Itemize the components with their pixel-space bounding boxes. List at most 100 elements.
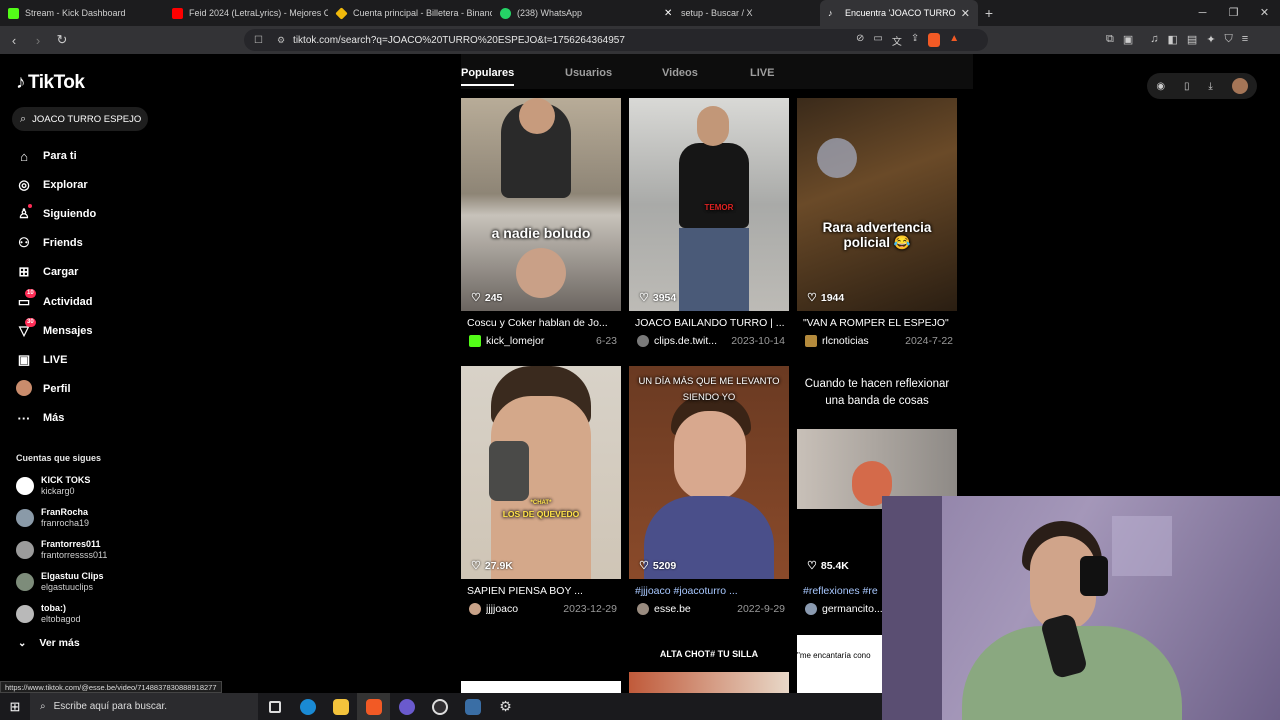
avatar: [469, 603, 481, 615]
cast-icon[interactable]: ▭: [873, 33, 882, 48]
video-overlay-small: *CHAT*: [530, 500, 552, 506]
tab-live[interactable]: LIVE: [750, 67, 774, 79]
video-caption[interactable]: #jjjoaco #joacoturro ...: [635, 585, 787, 597]
share-icon[interactable]: ⇪: [911, 33, 919, 48]
see-more-button[interactable]: ⌄ Ver más: [18, 637, 80, 649]
close-tab-icon[interactable]: ✕: [961, 7, 970, 20]
forward-icon[interactable]: ›: [28, 33, 48, 48]
app-icon[interactable]: [390, 693, 423, 720]
nav-para-ti[interactable]: ⌂ Para ti: [16, 146, 77, 166]
following-account[interactable]: FranRocha franrocha19: [16, 507, 89, 529]
tab-title: Feid 2024 (LetraLyrics) - Mejores Can: [189, 8, 328, 18]
account-handle: franrocha19: [41, 518, 90, 528]
tab-title: Stream - Kick Dashboard: [25, 8, 126, 18]
windows-start-icon[interactable]: ⊞: [0, 699, 30, 715]
video-card-partial[interactable]: ALTA CHOT# TU SILLA: [629, 636, 789, 693]
video-thumbnail[interactable]: TEMOR ♡ 3954: [629, 98, 789, 311]
nav-actividad[interactable]: ▭ 10 Actividad: [16, 289, 93, 312]
video-card-partial[interactable]: [461, 681, 621, 693]
brave-icon[interactable]: [357, 693, 390, 720]
following-account[interactable]: KICK TOKS kickarg0: [16, 475, 90, 497]
following-account[interactable]: Elgastuu Clips elgastuuclips: [16, 571, 104, 593]
video-author[interactable]: esse.be: [654, 603, 731, 615]
translate-icon[interactable]: 文: [892, 33, 902, 48]
video-author[interactable]: germancito...: [822, 603, 883, 615]
edge-icon[interactable]: [291, 693, 324, 720]
nav-label: Más: [43, 412, 65, 424]
menu-icon[interactable]: ≡: [1242, 33, 1248, 46]
browser-tab[interactable]: Feid 2024 (LetraLyrics) - Mejores Can: [164, 0, 328, 26]
tab-videos[interactable]: Videos: [662, 67, 698, 79]
browser-tab-active[interactable]: ♪ Encuentra 'JOACO TURRO ESPEJO' ✕: [820, 0, 978, 26]
tiktok-logo[interactable]: ♪ TikTok: [16, 72, 85, 94]
nav-perfil[interactable]: Perfil: [16, 379, 71, 399]
back-icon[interactable]: ‹: [4, 33, 24, 48]
task-view-icon[interactable]: [258, 693, 291, 720]
nav-cargar[interactable]: ⊞ Cargar: [16, 262, 79, 282]
coin-icon[interactable]: ◉: [1156, 81, 1165, 92]
following-account[interactable]: toba:) eltobagod: [16, 603, 81, 625]
account-handle: frantorressss011: [41, 550, 108, 560]
video-thumbnail[interactable]: UN DÍA MÁS QUE ME LEVANTO SIENDO YO ♡ 520…: [629, 366, 789, 579]
video-author[interactable]: kick_lomejor: [486, 335, 590, 347]
avatar: [16, 605, 34, 623]
video-card-partial[interactable]: "me encantaría cono: [797, 635, 882, 693]
sidebar-toggle-icon[interactable]: ◧: [1168, 33, 1178, 46]
close-window-icon[interactable]: ✕: [1249, 0, 1280, 26]
download-icon[interactable]: ⤓: [1208, 81, 1212, 92]
new-tab-button[interactable]: +: [978, 5, 1000, 21]
activity-badge: 10: [25, 289, 36, 298]
restore-icon[interactable]: ❐: [1218, 0, 1249, 26]
leo-ai-icon[interactable]: ✦: [1206, 33, 1215, 46]
following-account[interactable]: Frantorres011 frantorressss011: [16, 539, 107, 561]
media-icon[interactable]: ♫: [1150, 33, 1158, 46]
reader-off-icon[interactable]: ⊘: [856, 33, 864, 48]
nav-explorar[interactable]: ◎ Explorar: [16, 175, 87, 195]
calculator-icon[interactable]: [456, 693, 489, 720]
video-caption[interactable]: Coscu y Coker hablan de Jo...: [467, 317, 619, 329]
nav-siguiendo[interactable]: ♙ Siguiendo: [16, 204, 96, 224]
video-author[interactable]: jjjjoaco: [486, 603, 557, 615]
address-bar-icons: ⊘ ▭ 文 ⇪ ▲: [856, 33, 959, 48]
upload-icon: ⊞: [18, 264, 30, 279]
video-author[interactable]: clips.de.twit...: [654, 335, 725, 347]
vpn-icon[interactable]: ⛉: [1225, 33, 1233, 46]
file-explorer-icon[interactable]: [324, 693, 357, 720]
screenshot-icon[interactable]: ▣: [1123, 33, 1133, 46]
video-caption[interactable]: SAPIEN PIENSA BOY ...: [467, 585, 619, 597]
browser-tab[interactable]: (238) WhatsApp: [492, 0, 656, 26]
video-caption[interactable]: #reflexiones #re: [803, 585, 883, 597]
browser-tab[interactable]: Stream - Kick Dashboard: [0, 0, 164, 26]
brave-rewards-icon[interactable]: ▲: [949, 33, 959, 48]
avatar: [16, 509, 34, 527]
device-icon[interactable]: ▯: [1184, 81, 1190, 92]
reload-icon[interactable]: ↻: [52, 32, 72, 48]
tab-title: Cuenta principal - Billetera - Binance: [353, 8, 492, 18]
nav-live[interactable]: ▣ LIVE: [16, 350, 68, 370]
nav-friends[interactable]: ⚇ Friends: [16, 233, 83, 253]
user-avatar[interactable]: [1231, 78, 1248, 94]
video-author[interactable]: rlcnoticias: [822, 335, 899, 347]
extensions-icon[interactable]: ⧉: [1106, 33, 1114, 46]
obs-icon[interactable]: [423, 693, 456, 720]
wallet-icon[interactable]: ▤: [1187, 33, 1197, 46]
video-caption[interactable]: JOACO BAILANDO TURRO | ...: [635, 317, 787, 329]
browser-tab[interactable]: Cuenta principal - Billetera - Binance: [328, 0, 492, 26]
tab-populares[interactable]: Populares: [461, 67, 515, 86]
video-caption[interactable]: "VAN A ROMPER EL ESPEJO": [803, 317, 955, 329]
brave-shield-icon[interactable]: [928, 33, 941, 47]
video-thumbnail[interactable]: Rara advertencia policial 😂 ♡ 1944: [797, 98, 957, 311]
bookmark-icon[interactable]: ☐: [254, 35, 263, 46]
tab-usuarios[interactable]: Usuarios: [565, 67, 612, 79]
settings-icon[interactable]: ⚙: [489, 693, 522, 720]
video-thumbnail[interactable]: *CHAT* LOS DE QUEVEDO ♡ 27.9K: [461, 366, 621, 579]
minimize-icon[interactable]: ─: [1187, 0, 1218, 26]
nav-mas[interactable]: ··· Más: [16, 408, 65, 428]
site-info-icon[interactable]: ⚙: [277, 35, 285, 46]
video-thumbnail[interactable]: a nadie boludo ♡ 245: [461, 98, 621, 311]
browser-tab[interactable]: ✕ setup - Buscar / X: [656, 0, 820, 26]
taskbar-search-input[interactable]: ⌕ Escribe aquí para buscar.: [30, 693, 258, 720]
search-input[interactable]: ⌕ JOACO TURRO ESPEJO: [12, 107, 148, 131]
video-meta: esse.be 2022-9-29: [637, 603, 785, 615]
nav-mensajes[interactable]: ▽ 30 Mensajes: [16, 318, 93, 341]
